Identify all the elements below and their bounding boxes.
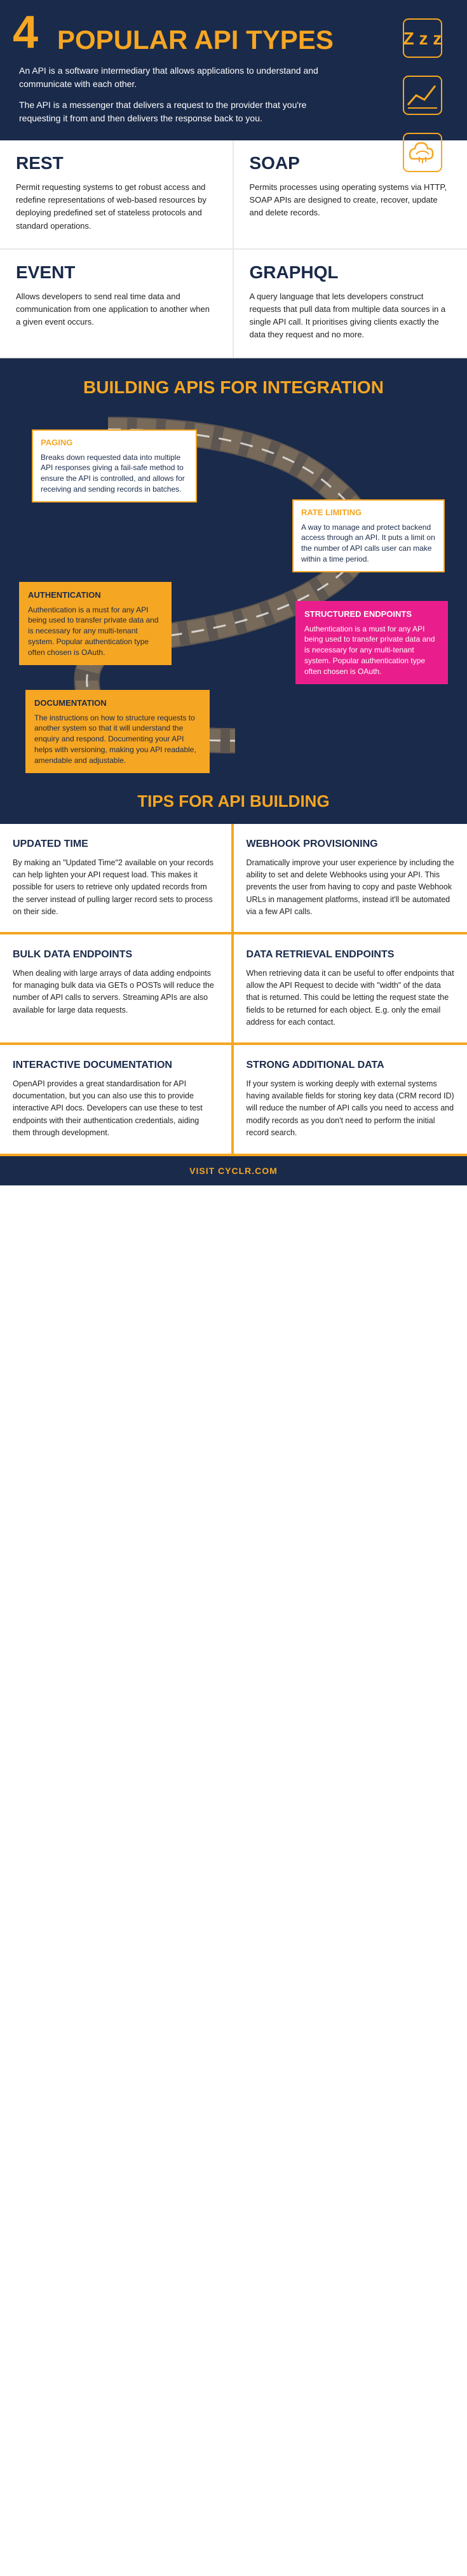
tip-cell-4: INTERACTIVE DOCUMENTATION OpenAPI provid… — [0, 1045, 234, 1156]
tips-header: TIPS FOR API BUILDING — [0, 779, 467, 824]
api-type-desc: A query language that lets developers co… — [250, 290, 452, 342]
tip-desc: If your system is working deeply with ex… — [247, 1078, 455, 1140]
rate-limiting-title: RATE LIMITING — [301, 507, 436, 518]
api-type-desc: Permit requesting systems to get robust … — [16, 181, 217, 233]
header-desc-1: An API is a software intermediary that a… — [19, 64, 324, 91]
tip-title: DATA RETRIEVAL ENDPOINTS — [247, 948, 455, 961]
structured-endpoints-title: STRUCTURED ENDPOINTS — [304, 609, 439, 620]
paging-title: PAGING — [41, 437, 188, 448]
tip-desc: By making an "Updated Time"2 available o… — [13, 857, 219, 919]
authentication-desc: Authentication is a must for any API bei… — [28, 605, 163, 658]
tip-desc: Dramatically improve your user experienc… — [247, 857, 455, 919]
rate-limiting-desc: A way to manage and protect backend acce… — [301, 522, 436, 565]
chart-icon — [397, 70, 448, 121]
cloud-icon — [397, 127, 448, 178]
tips-grid: UPDATED TIME By making an "Updated Time"… — [0, 824, 467, 1156]
tips-section: TIPS FOR API BUILDING UPDATED TIME By ma… — [0, 779, 467, 1156]
structured-endpoints-box: STRUCTURED ENDPOINTS Authentication is a… — [295, 601, 448, 684]
api-type-desc: Allows developers to send real time data… — [16, 290, 217, 328]
footer-text: VISIT CYCLR.COM — [189, 1166, 278, 1176]
api-type-cell-graphql: GraphQL A query language that lets devel… — [234, 250, 467, 359]
authentication-title: AUTHENTICATION — [28, 590, 163, 601]
api-type-title: REST — [16, 153, 217, 173]
header-description: An API is a software intermediary that a… — [19, 64, 324, 125]
rate-limiting-box: RATE LIMITING A way to manage and protec… — [292, 499, 445, 572]
tip-cell-1: WEBHOOK PROVISIONING Dramatically improv… — [234, 824, 467, 934]
footer-section: VISIT CYCLR.COM — [0, 1156, 467, 1185]
api-type-title: GraphQL — [250, 262, 452, 283]
structured-endpoints-desc: Authentication is a must for any API bei… — [304, 624, 439, 677]
tip-title: UPDATED TIME — [13, 838, 219, 850]
documentation-desc: The instructions on how to structure req… — [34, 713, 201, 766]
zzz-icon: Z z z — [397, 13, 448, 64]
tip-cell-3: DATA RETRIEVAL ENDPOINTS When retrieving… — [234, 934, 467, 1045]
header-desc-2: The API is a messenger that delivers a r… — [19, 98, 324, 125]
authentication-box: AUTHENTICATION Authentication is a must … — [19, 582, 172, 665]
tip-cell-0: UPDATED TIME By making an "Updated Time"… — [0, 824, 234, 934]
tip-cell-2: BULK DATA ENDPOINTS When dealing with la… — [0, 934, 234, 1045]
api-type-title: EVENT — [16, 262, 217, 283]
building-section: BUILDING APIs FOR INTEGRATION PAGING Bre… — [0, 358, 467, 779]
tip-title: INTERACTIVE DOCUMENTATION — [13, 1059, 219, 1071]
tip-desc: OpenAPI provides a great standardisation… — [13, 1078, 219, 1140]
paging-desc: Breaks down requested data into multiple… — [41, 452, 188, 495]
tip-title: STRONG ADDITIONAL DATA — [247, 1059, 455, 1071]
svg-text:Z z z: Z z z — [403, 29, 442, 48]
road-container: PAGING Breaks down requested data into m… — [13, 410, 454, 760]
building-title: BUILDING APIs FOR INTEGRATION — [13, 377, 454, 398]
api-type-desc: Permits processes using operating system… — [250, 181, 452, 219]
api-type-cell-event: EVENT Allows developers to send real tim… — [0, 250, 234, 359]
header-section: 4 POPULAR API TYPES Z z z — [0, 0, 467, 138]
header-icons: Z z z — [397, 13, 448, 178]
tip-desc: When dealing with large arrays of data a… — [13, 968, 219, 1017]
tip-title: WEBHOOK PROVISIONING — [247, 838, 455, 850]
tip-cell-5: STRONG ADDITIONAL DATA If your system is… — [234, 1045, 467, 1156]
tip-desc: When retrieving data it can be useful to… — [247, 968, 455, 1029]
documentation-title: DOCUMENTATION — [34, 698, 201, 709]
header-number: 4 — [13, 10, 38, 55]
header-title: POPULAR API TYPES — [57, 19, 448, 55]
paging-box: PAGING Breaks down requested data into m… — [32, 429, 197, 502]
documentation-box: DOCUMENTATION The instructions on how to… — [25, 690, 210, 773]
tip-title: BULK DATA ENDPOINTS — [13, 948, 219, 961]
api-type-cell-rest: REST Permit requesting systems to get ro… — [0, 140, 234, 250]
